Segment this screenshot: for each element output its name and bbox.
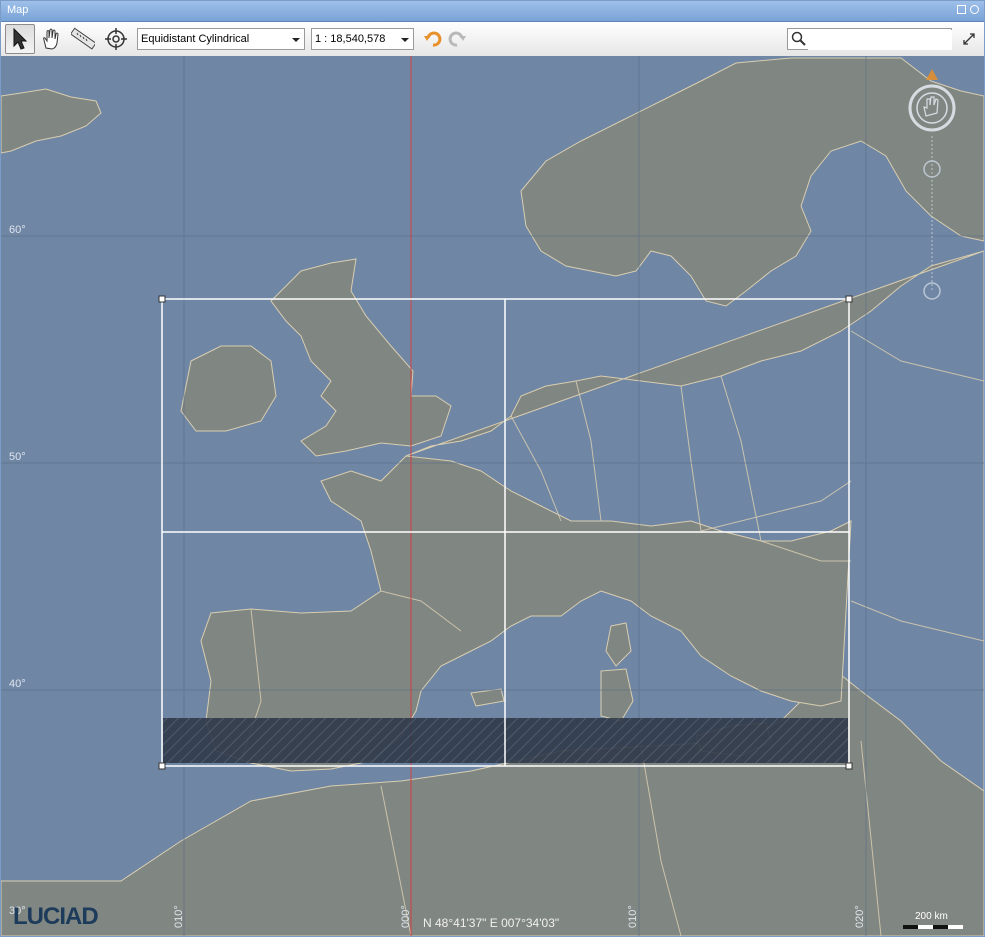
lat-label-40: 40° bbox=[9, 678, 26, 690]
balearic-land bbox=[470, 688, 505, 707]
scale-bar-label: 200 km bbox=[915, 911, 948, 922]
resize-handle[interactable] bbox=[845, 295, 853, 303]
window-title: Map bbox=[7, 4, 29, 16]
pan-tool-button[interactable] bbox=[36, 24, 66, 54]
pin-icon[interactable] bbox=[970, 5, 979, 14]
arrow-cursor-icon bbox=[13, 28, 28, 50]
select-tool-button[interactable] bbox=[5, 24, 35, 54]
projection-value: Equidistant Cylindrical bbox=[141, 33, 250, 45]
ruler-icon bbox=[71, 27, 95, 50]
title-bar: Map bbox=[1, 1, 984, 22]
resize-handle[interactable] bbox=[158, 295, 166, 303]
chevron-down-icon bbox=[292, 38, 300, 42]
scale-select[interactable]: 1 : 18,540,578 bbox=[311, 28, 414, 50]
expand-icon bbox=[963, 33, 975, 45]
lat-label-50: 50° bbox=[9, 451, 26, 463]
search-icon bbox=[791, 31, 806, 46]
measure-tool-button[interactable] bbox=[68, 24, 98, 54]
sardinia-land bbox=[600, 668, 634, 722]
map-view[interactable]: 60° 50° 40° 30° 010° 000° 010° 020° N 48… bbox=[1, 56, 984, 936]
chevron-down-icon bbox=[401, 38, 409, 42]
ireland-land bbox=[180, 345, 277, 432]
lon-label-e010: 010° bbox=[627, 905, 639, 928]
fullscreen-button[interactable] bbox=[956, 24, 982, 54]
projection-select[interactable]: Equidistant Cylindrical bbox=[137, 28, 305, 50]
undo-icon bbox=[424, 31, 442, 47]
toolbar: Equidistant Cylindrical 1 : 18,540,578 bbox=[1, 22, 984, 57]
resize-handle[interactable] bbox=[158, 762, 166, 770]
luciad-logo: LUCIAD bbox=[13, 903, 99, 930]
undo-button[interactable] bbox=[421, 24, 445, 54]
corsica-land bbox=[605, 622, 632, 667]
resize-handle[interactable] bbox=[845, 762, 853, 770]
scale-value: 1 : 18,540,578 bbox=[315, 33, 386, 45]
lon-label-w010: 010° bbox=[173, 905, 185, 928]
search-field[interactable] bbox=[787, 28, 952, 50]
map-canvas[interactable] bbox=[1, 56, 984, 936]
restore-icon[interactable] bbox=[957, 5, 966, 14]
search-input[interactable] bbox=[808, 30, 952, 50]
warning-icon bbox=[926, 69, 938, 80]
lat-label-60: 60° bbox=[9, 224, 26, 236]
center-tool-button[interactable] bbox=[101, 24, 131, 54]
hand-icon bbox=[43, 28, 59, 50]
redo-button[interactable] bbox=[445, 24, 469, 54]
lon-label-e020: 020° bbox=[854, 905, 866, 928]
coordinate-readout: N 48°41'37" E 007°34'03" bbox=[423, 916, 560, 930]
map-window: Map Equidistant Cylindrical 1 : 18,540,5… bbox=[0, 0, 985, 937]
great-britain-land bbox=[270, 258, 452, 457]
target-icon bbox=[105, 28, 127, 50]
iceland-land bbox=[1, 88, 102, 154]
scale-bar bbox=[903, 925, 963, 929]
lon-label-000: 000° bbox=[400, 905, 412, 928]
redo-icon bbox=[448, 31, 466, 47]
